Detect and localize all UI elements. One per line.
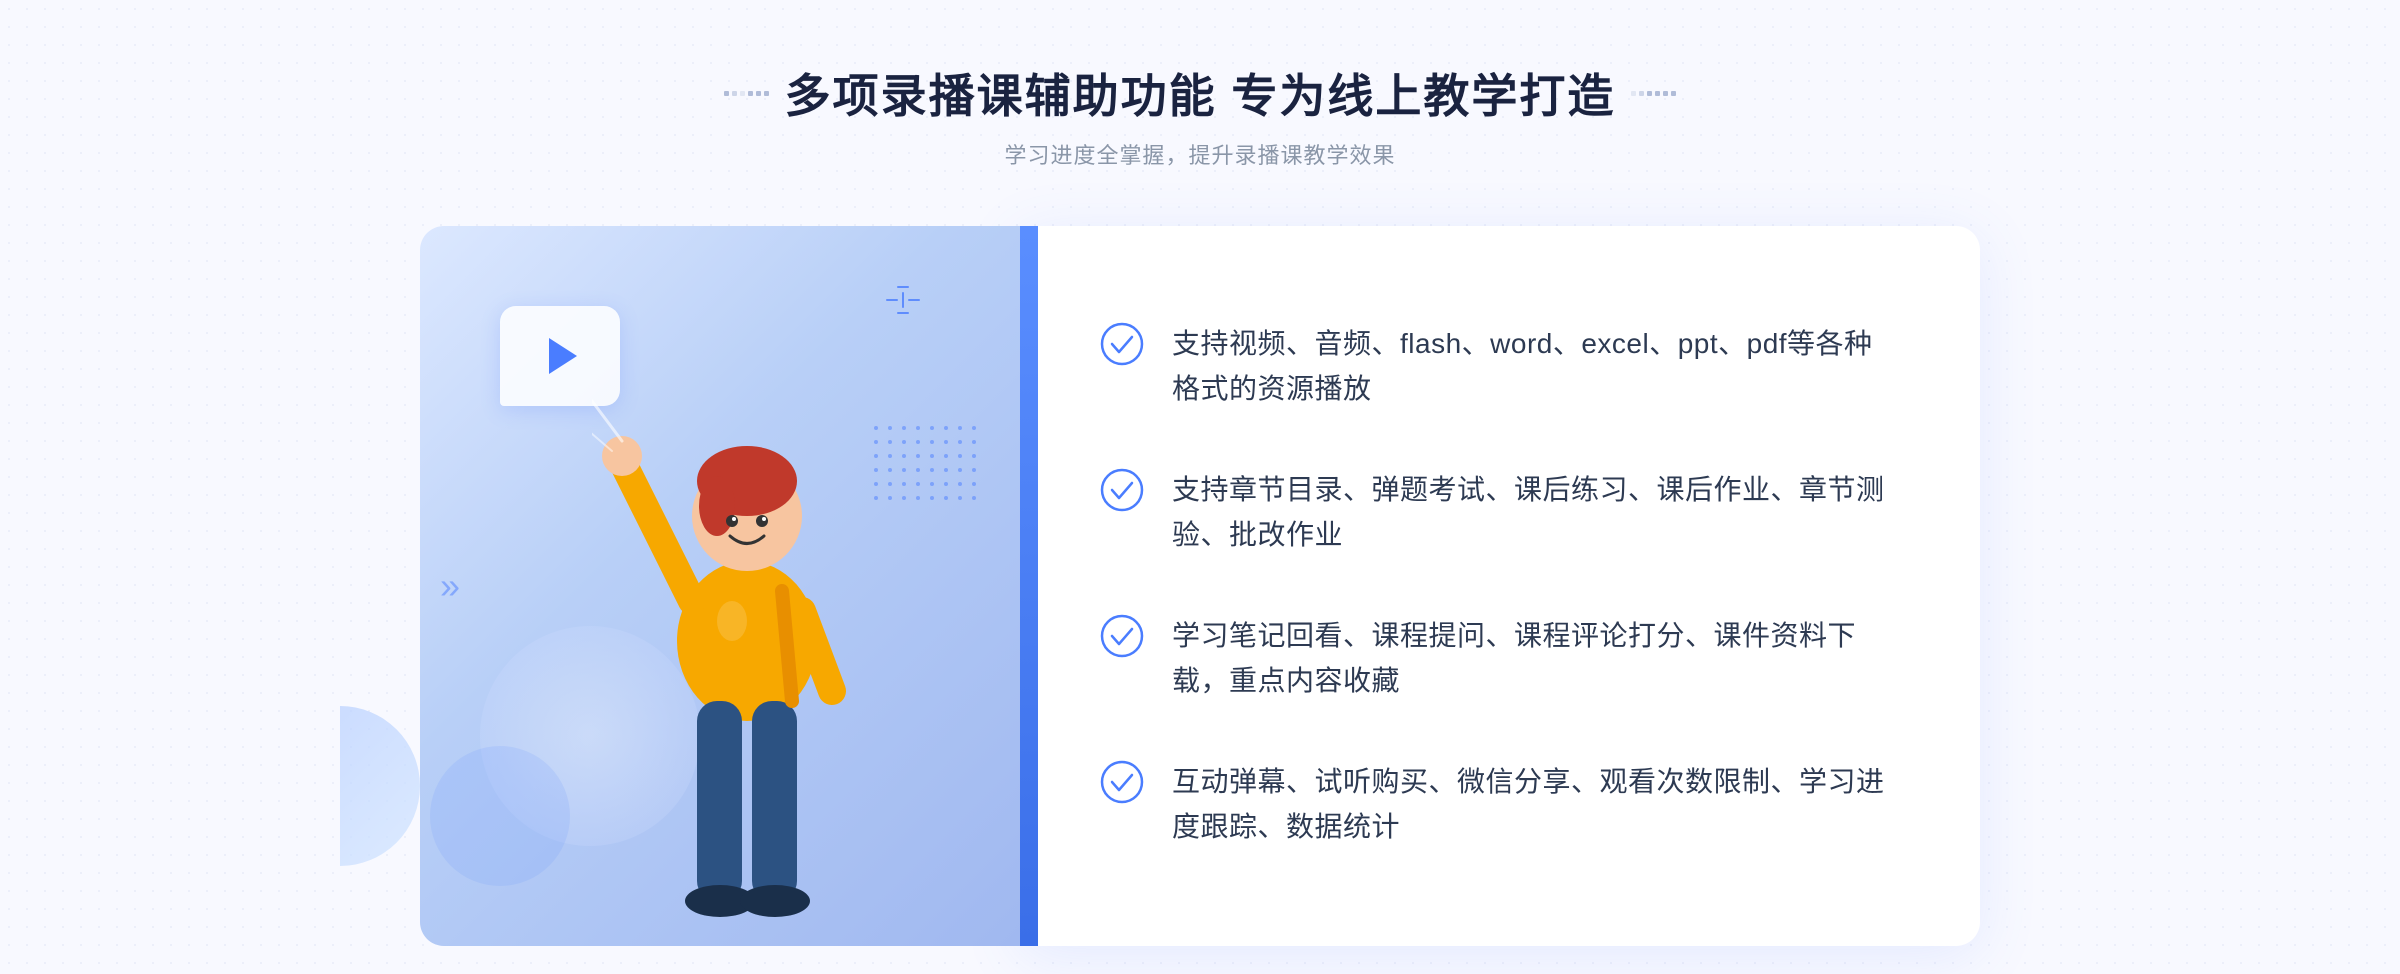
deco-half-circle xyxy=(340,706,420,866)
check-icon-3 xyxy=(1100,614,1144,658)
left-title-decoration xyxy=(724,91,769,96)
header-section: 多项录播课辅助功能 专为线上教学打造 学习进度全掌握，提升录播课教学效果 xyxy=(724,60,1677,170)
main-title: 多项录播课辅助功能 专为线上教学打造 xyxy=(785,60,1616,126)
feature-text-3: 学习笔记回看、课程提问、课程评论打分、课件资料下载，重点内容收藏 xyxy=(1172,614,1900,704)
deco-circle-medium xyxy=(430,746,570,886)
feature-item-1: 支持视频、音频、flash、word、excel、ppt、pdf等各种格式的资源… xyxy=(1100,302,1900,432)
feature-item-3: 学习笔记回看、课程提问、课程评论打分、课件资料下载，重点内容收藏 xyxy=(1100,594,1900,724)
sparkle-decoration xyxy=(886,286,920,314)
feature-item-2: 支持章节目录、弹题考试、课后练习、课后作业、章节测验、批改作业 xyxy=(1100,448,1900,578)
feature-text-2: 支持章节目录、弹题考试、课后练习、课后作业、章节测验、批改作业 xyxy=(1172,468,1900,558)
feature-text-4: 互动弹幕、试听购买、微信分享、观看次数限制、学习进度跟踪、数据统计 xyxy=(1172,760,1900,850)
title-row: 多项录播课辅助功能 专为线上教学打造 xyxy=(724,60,1677,126)
check-icon-4 xyxy=(1100,760,1144,804)
content-panel: 支持视频、音频、flash、word、excel、ppt、pdf等各种格式的资源… xyxy=(1020,226,1980,946)
feature-text-1: 支持视频、音频、flash、word、excel、ppt、pdf等各种格式的资源… xyxy=(1172,322,1900,412)
chevron-left-icon: » xyxy=(440,568,460,604)
feature-item-4: 互动弹幕、试听购买、微信分享、观看次数限制、学习进度跟踪、数据统计 xyxy=(1100,740,1900,870)
left-chevron-area: » xyxy=(440,568,460,604)
subtitle: 学习进度全掌握，提升录播课教学效果 xyxy=(724,138,1677,170)
right-title-decoration xyxy=(1631,91,1676,96)
content-section: » 支持视频、音频、flash、word、excel、ppt、pdf等各种格式的… xyxy=(420,226,1980,946)
check-icon-1 xyxy=(1100,322,1144,366)
illustration-panel xyxy=(420,226,1020,946)
check-icon-2 xyxy=(1100,468,1144,512)
person-figure xyxy=(592,361,912,946)
play-triangle-icon xyxy=(549,338,577,374)
page-container: 多项录播课辅助功能 专为线上教学打造 学习进度全掌握，提升录播课教学效果 xyxy=(0,0,2400,974)
blue-vertical-bar xyxy=(1020,226,1038,946)
